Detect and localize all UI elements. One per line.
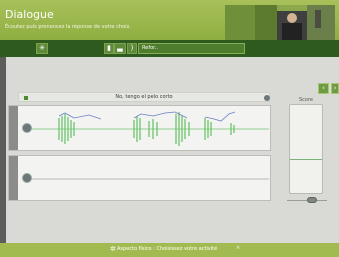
record-button[interactable] (22, 173, 32, 183)
audio-button[interactable]: ) (127, 43, 137, 54)
speaker-icon: ) (130, 44, 134, 52)
footer-close-icon[interactable]: × (236, 245, 240, 251)
difficulty-slider-thumb[interactable] (307, 197, 317, 203)
score-threshold-line (290, 159, 322, 160)
recording-track (8, 155, 271, 201)
level-button[interactable]: ▮ (104, 43, 114, 54)
chart-button[interactable]: ▃ (114, 43, 126, 54)
footer-gear-icon[interactable]: ✲ (110, 245, 116, 253)
recording-waveform (29, 178, 269, 180)
header-banner: Dialogue Écoutez puis prononcez la répon… (0, 0, 339, 40)
next-button[interactable]: › (331, 83, 339, 94)
tools-button[interactable]: ✳ (36, 43, 48, 54)
score-panel (289, 104, 323, 194)
reference-play-button[interactable] (22, 123, 32, 133)
score-label: Score (298, 97, 313, 103)
left-edge-panel (0, 57, 6, 257)
chart-icon: ▃ (117, 44, 123, 52)
header-photo-collage (225, 5, 335, 40)
toolbar: ✳ ▮ ▃ ) Refor.. ‹ › (0, 40, 339, 94)
page-title: Dialogue (5, 8, 54, 21)
reference-waveform (29, 111, 269, 146)
footer-activity-text[interactable]: Aspecto físico : Choisissez votre activi… (117, 246, 217, 252)
phrase-preview-box[interactable]: Refor.. (138, 43, 245, 54)
level-icon: ▮ (107, 44, 111, 52)
reference-track (8, 105, 271, 151)
phrase-text: No, tengo el pelo corto (115, 94, 173, 100)
tools-icon: ✳ (39, 44, 45, 52)
track-grip (9, 106, 18, 150)
track-grip (9, 156, 18, 200)
prev-button[interactable]: ‹ (318, 83, 329, 94)
page-subtitle: Écoutez puis prononcez la réponse de vot… (5, 24, 132, 30)
